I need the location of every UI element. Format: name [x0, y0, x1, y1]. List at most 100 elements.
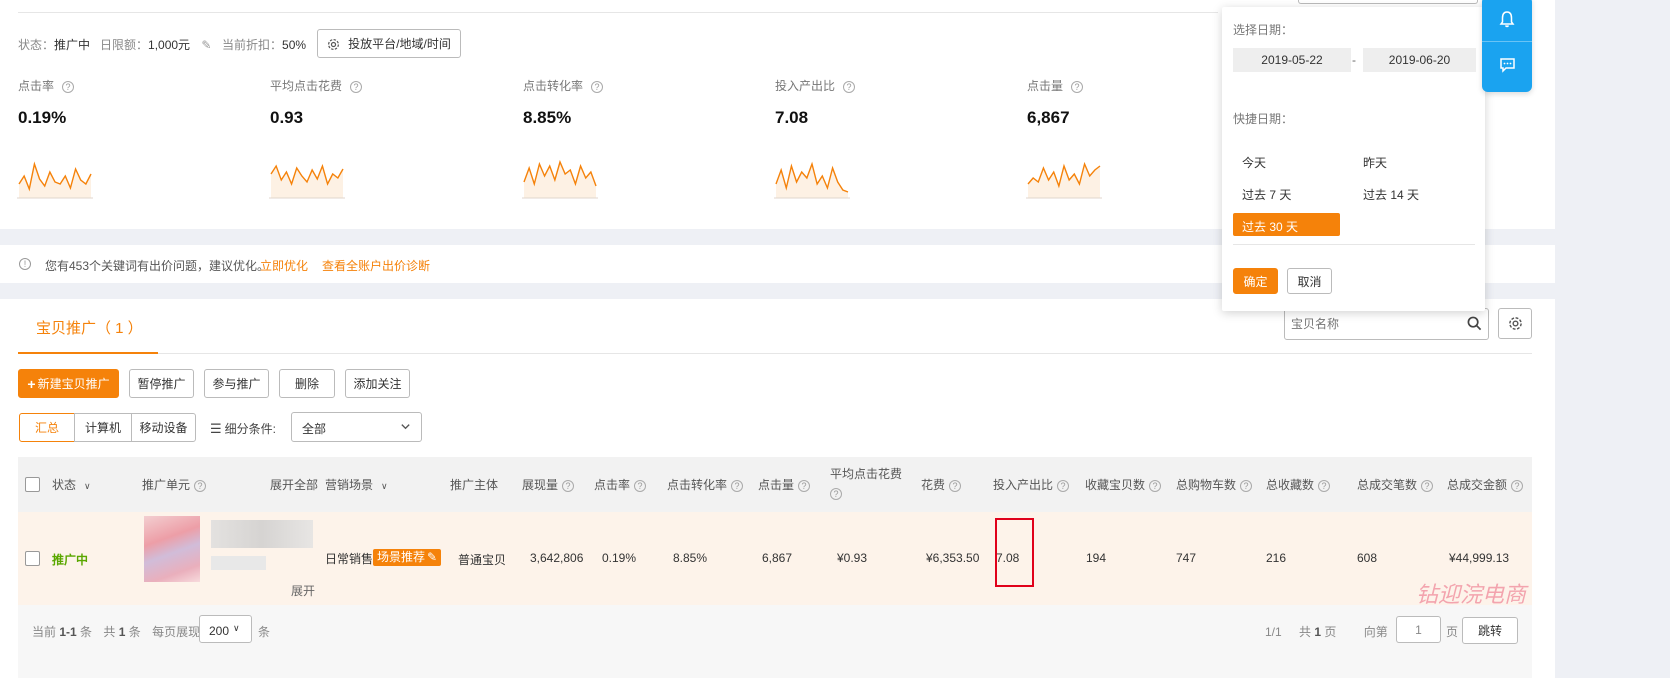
col-gmv-label: 总成交金额	[1447, 478, 1508, 492]
row-scene: 日常销售	[325, 552, 374, 566]
chevron-down-icon	[400, 421, 411, 435]
device-tab-mobile-label: 移动设备	[139, 421, 188, 435]
col-ctr-label: 点击率	[594, 478, 631, 492]
join-button[interactable]: 参与推广	[204, 369, 269, 398]
quick-yesterday[interactable]: 昨天	[1363, 154, 1387, 171]
metric-label-text: 平均点击花费	[270, 79, 343, 93]
device-tab-mobile[interactable]: 移动设备	[131, 413, 196, 442]
search-input[interactable]	[1291, 315, 1461, 333]
row-expand-link[interactable]: 展开	[291, 582, 315, 599]
new-promotion-button[interactable]: + 新建宝贝推广	[18, 369, 119, 398]
help-icon[interactable]: ?	[1071, 80, 1084, 93]
delete-button[interactable]: 删除	[279, 369, 335, 398]
col-cpc[interactable]: 平均点击花费?	[830, 465, 902, 500]
quick-7-days[interactable]: 过去 7 天	[1242, 186, 1291, 203]
jump-button[interactable]: 跳转	[1462, 617, 1518, 644]
metric-sparkline	[774, 161, 850, 199]
metric-value: 0.93	[270, 108, 304, 127]
col-subject: 推广主体	[450, 478, 499, 492]
delete-label: 删除	[294, 377, 319, 391]
start-date-input[interactable]: 2019-05-22	[1233, 48, 1351, 72]
status-value: 推广中	[54, 38, 91, 52]
per-page-select[interactable]: 200 ∨	[199, 615, 252, 643]
search-box[interactable]	[1284, 308, 1489, 340]
table-settings-button[interactable]	[1498, 308, 1532, 339]
optimize-link[interactable]: 立即优化	[260, 257, 308, 274]
goto-page-input[interactable]	[1396, 616, 1441, 643]
col-roi[interactable]: 投入产出比?	[993, 476, 1070, 493]
header-partial-input[interactable]	[1298, 0, 1478, 4]
metric-value: 8.85%	[523, 108, 572, 127]
cancel-button[interactable]: 取消	[1287, 268, 1332, 294]
end-date-input[interactable]: 2019-06-20	[1363, 48, 1476, 72]
col-ctr[interactable]: 点击率?	[594, 476, 647, 493]
col-orders-label: 总成交笔数	[1357, 478, 1418, 492]
pause-button[interactable]: 暂停推广	[129, 369, 194, 398]
settings-icon	[1508, 316, 1523, 331]
per-page-value: 200	[209, 624, 230, 638]
col-gmv[interactable]: 总成交金额?	[1447, 476, 1524, 493]
select-all-checkbox[interactable]	[25, 477, 40, 492]
floating-action-panel	[1482, 0, 1532, 92]
scene-recommend-badge[interactable]: 场景推荐 ✎	[373, 549, 442, 566]
product-subtitle-blurred	[211, 556, 266, 570]
pagination-current-prefix: 当前	[32, 625, 57, 639]
product-title-blurred[interactable]	[211, 520, 313, 548]
help-icon: ?	[1318, 479, 1331, 492]
device-tab-computer[interactable]: 计算机	[74, 413, 132, 442]
new-promotion-label: 新建宝贝推广	[37, 377, 110, 391]
col-orders[interactable]: 总成交笔数?	[1357, 476, 1434, 493]
search-icon[interactable]	[1467, 316, 1482, 334]
col-roi-label: 投入产出比	[993, 478, 1054, 492]
follow-label: 添加关注	[353, 377, 402, 391]
metric-value: 0.19%	[18, 108, 67, 127]
confirm-button[interactable]: 确定	[1233, 268, 1278, 294]
help-icon: ?	[1149, 479, 1162, 492]
row-fav-items: 194	[1086, 551, 1107, 565]
col-impressions-label: 展现量	[522, 478, 559, 492]
col-fav-total[interactable]: 总收藏数?	[1266, 476, 1331, 493]
col-cart[interactable]: 总购物车数?	[1176, 476, 1253, 493]
daily-limit-label: 日限额：	[100, 38, 149, 52]
row-subject: 普通宝贝	[458, 553, 507, 567]
chevron-down-icon: ∨	[381, 481, 388, 491]
quick-30-days[interactable]: 过去 30 天	[1233, 213, 1340, 236]
diagnose-link[interactable]: 查看全账户出价诊断	[322, 257, 430, 274]
help-icon[interactable]: ?	[350, 80, 363, 93]
tab-item-promotion[interactable]: 宝贝推广（ 1 ）	[18, 317, 158, 354]
row-checkbox[interactable]	[25, 551, 40, 566]
help-icon: ?	[830, 488, 842, 500]
metric-value: 7.08	[775, 108, 809, 127]
device-tab-summary[interactable]: 汇总	[19, 413, 75, 442]
col-cvr[interactable]: 点击转化率?	[667, 476, 744, 493]
per-page-unit: 条	[258, 625, 271, 639]
filter-select[interactable]: 全部	[291, 412, 422, 442]
expand-all-link[interactable]: 展开全部	[270, 476, 318, 493]
col-impressions[interactable]: 展现量?	[522, 476, 575, 493]
quick-today[interactable]: 今天	[1242, 154, 1266, 171]
quick-14-days[interactable]: 过去 14 天	[1363, 186, 1419, 203]
col-status[interactable]: 状态 ∨	[52, 476, 91, 493]
row-cart: 747	[1176, 551, 1197, 565]
message-button[interactable]	[1482, 44, 1532, 88]
help-icon[interactable]: ?	[843, 80, 856, 93]
device-tab-summary-label: 汇总	[34, 421, 59, 435]
col-clicks[interactable]: 点击量?	[758, 476, 811, 493]
date-separator: -	[1352, 53, 1356, 67]
col-cost[interactable]: 花费?	[921, 476, 962, 493]
product-thumbnail[interactable]	[144, 516, 200, 582]
notification-bell-button[interactable]	[1482, 0, 1532, 42]
col-unit: 推广单元?	[142, 476, 207, 493]
tab-label: 宝贝推广（ 1 ）	[36, 320, 143, 337]
col-scene[interactable]: 营销场景 ∨	[325, 476, 388, 493]
help-icon[interactable]: ?	[62, 80, 75, 93]
platform-settings-button[interactable]: 投放平台/地域/时间	[317, 29, 461, 58]
help-icon: ?	[194, 479, 207, 492]
follow-button[interactable]: 添加关注	[345, 369, 410, 398]
metric-sparkline	[269, 163, 345, 199]
col-cart-label: 总购物车数	[1176, 478, 1237, 492]
edit-icon[interactable]: ✎	[201, 38, 211, 52]
help-icon[interactable]: ?	[591, 80, 604, 93]
filter-label: ☰ 细分条件:	[210, 420, 276, 437]
col-fav-items[interactable]: 收藏宝贝数?	[1085, 476, 1162, 493]
